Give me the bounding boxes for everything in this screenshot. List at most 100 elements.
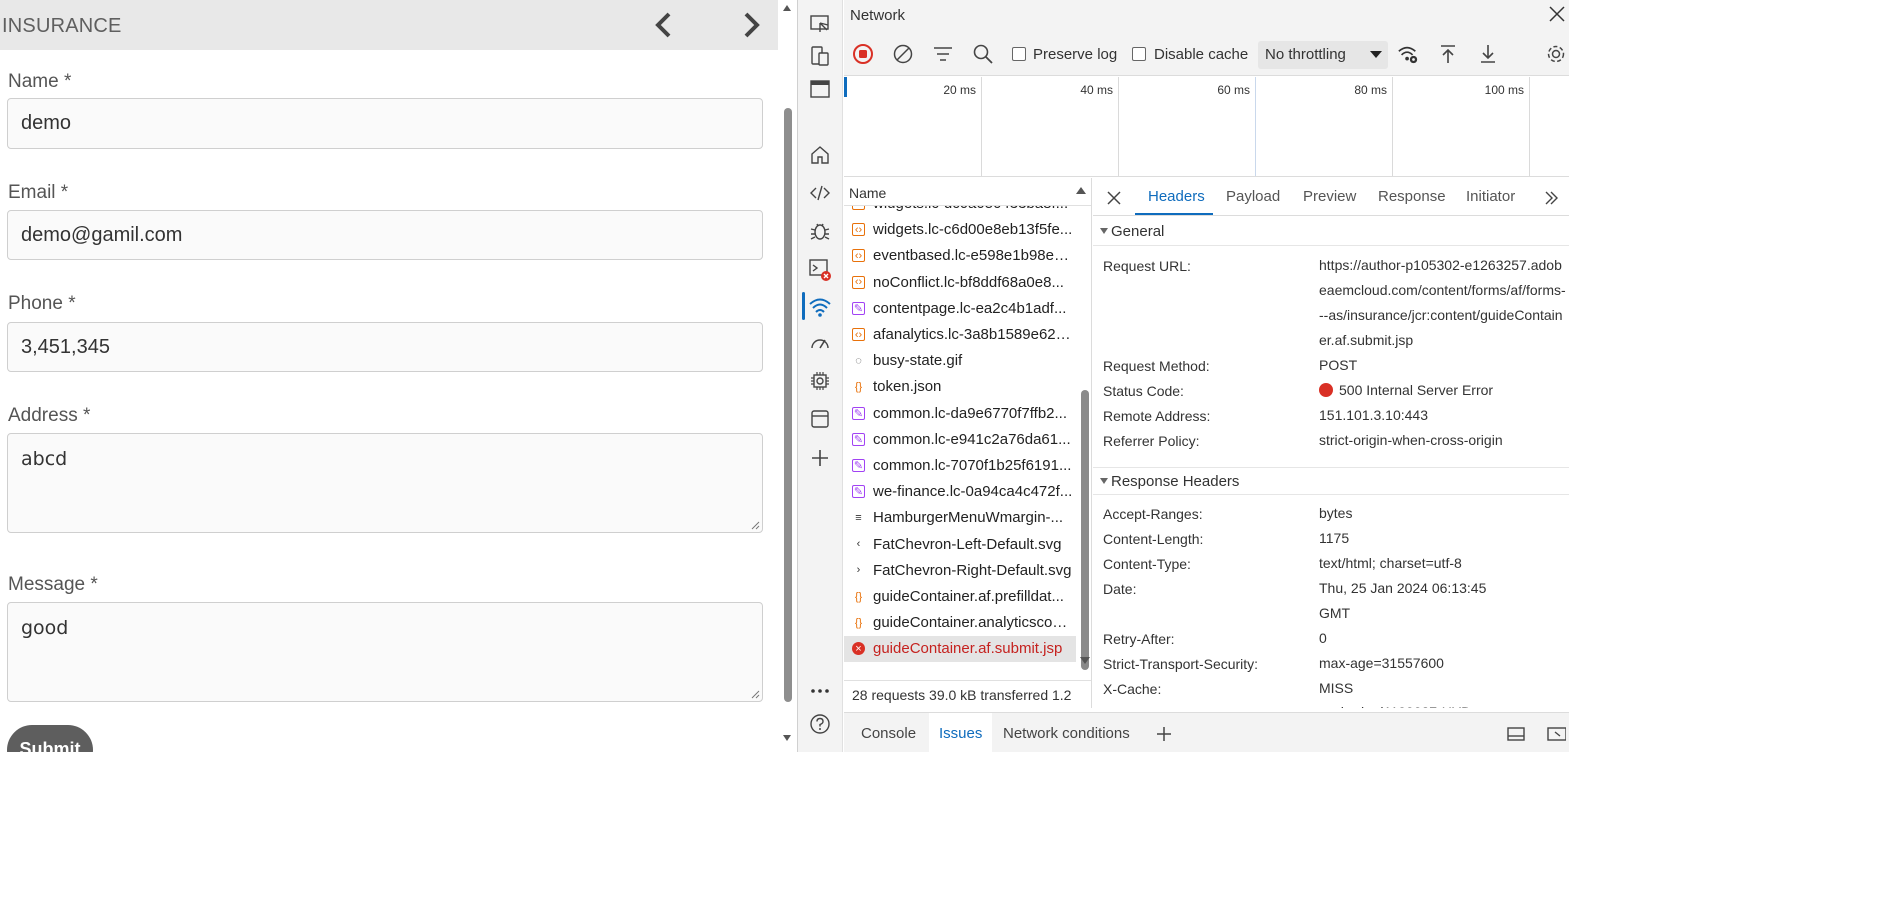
export-har-button[interactable] — [1477, 43, 1499, 65]
message-value: good — [21, 617, 69, 639]
dock-side-icon[interactable] — [1506, 725, 1526, 742]
import-har-button[interactable] — [1437, 43, 1459, 65]
tab-preview[interactable]: Preview — [1303, 188, 1356, 205]
header-value: 1175 — [1319, 530, 1350, 546]
search-button[interactable] — [972, 43, 994, 65]
request-row[interactable]: {} guideContainer.analyticscon... — [844, 610, 1076, 636]
scroll-up-icon[interactable] — [782, 4, 792, 12]
dropdown-caret-icon — [1370, 51, 1382, 58]
request-row[interactable]: ✎ common.lc-7070f1b25f6191... — [844, 453, 1076, 479]
request-list-scroll-thumb[interactable] — [1081, 390, 1089, 670]
request-row[interactable]: › FatChevron-Right-Default.svg — [844, 558, 1076, 584]
home-icon[interactable] — [808, 143, 832, 167]
preserve-log-checkbox[interactable] — [1012, 47, 1026, 61]
form-scroll-thumb[interactable] — [784, 108, 792, 702]
sources-debug-icon[interactable] — [808, 219, 832, 243]
header-key: Request Method: — [1103, 358, 1210, 374]
name-column-header[interactable]: Name — [849, 185, 886, 201]
device-emulation-icon[interactable] — [808, 44, 832, 68]
scroll-down-icon[interactable] — [1079, 656, 1091, 665]
email-label: Email * — [8, 182, 69, 203]
network-settings-button[interactable] — [1545, 43, 1567, 65]
memory-chip-icon[interactable] — [808, 369, 832, 393]
welcome-icon[interactable] — [808, 77, 832, 101]
insurance-form: INSURANCE Name * demo Email * demo@gamil… — [0, 0, 778, 752]
form-header: INSURANCE — [0, 0, 778, 50]
dock-bottom-icon[interactable] — [1546, 725, 1566, 742]
filter-button[interactable] — [932, 43, 954, 65]
stylesheet-icon: ✎ — [852, 301, 865, 315]
resize-grip-icon[interactable] — [750, 520, 760, 530]
drawer-tab-issues[interactable]: Issues — [939, 725, 982, 742]
next-button[interactable] — [737, 10, 767, 40]
request-row[interactable]: {} token.json — [844, 374, 1076, 400]
network-timeline[interactable]: 20 ms 40 ms 60 ms 80 ms 100 ms — [844, 77, 1569, 177]
close-devtools-button[interactable] — [1547, 4, 1567, 24]
tab-payload[interactable]: Payload — [1226, 188, 1280, 205]
network-wifi-icon[interactable] — [808, 295, 832, 319]
header-key: Remote Address: — [1103, 408, 1211, 424]
phone-field[interactable]: 3,451,345 — [7, 322, 763, 372]
throttling-select[interactable]: No throttling — [1258, 41, 1388, 69]
tab-initiator[interactable]: Initiator — [1466, 188, 1515, 205]
elements-icon[interactable] — [808, 181, 832, 205]
previous-button[interactable] — [648, 10, 678, 40]
add-tab-plus-icon[interactable] — [1156, 726, 1172, 742]
request-row[interactable]: ‹ FatChevron-Left-Default.svg — [844, 532, 1076, 558]
message-field[interactable]: good — [7, 602, 763, 702]
more-tools-plus-icon[interactable] — [808, 446, 832, 470]
request-row[interactable]: ≡ HamburgerMenuWmargin-... — [844, 505, 1076, 531]
console-error-icon[interactable] — [808, 257, 832, 281]
request-row[interactable]: ‹› widgets.lc-c6d00e8eb13f5fe... — [844, 217, 1076, 243]
request-list-header: Name — [844, 178, 1091, 206]
sort-ascending-icon[interactable] — [1075, 186, 1087, 195]
disable-cache-checkbox[interactable] — [1132, 47, 1146, 61]
inspect-element-icon[interactable] — [808, 12, 832, 36]
request-row[interactable]: ✎ common.lc-e941c2a76da61... — [844, 427, 1076, 453]
status-code-value: 500 Internal Server Error — [1319, 378, 1569, 403]
tab-headers[interactable]: Headers — [1148, 188, 1205, 205]
more-options-icon[interactable] — [808, 679, 832, 703]
resize-grip-icon[interactable] — [750, 689, 760, 699]
request-row[interactable]: × guideContainer.af.submit.jsp — [844, 636, 1076, 663]
request-row[interactable]: ✎ we-finance.lc-0a94ca4c472f... — [844, 479, 1076, 505]
network-conditions-button[interactable] — [1397, 43, 1419, 65]
stop-recording-button[interactable] — [852, 43, 874, 65]
more-tabs-chevron-icon[interactable] — [1543, 190, 1559, 206]
timeline-tick-label: 100 ms — [1484, 83, 1524, 97]
close-icon[interactable] — [1106, 190, 1122, 206]
request-row[interactable]: ‹› eventbased.lc-e598e1b98e6... — [844, 243, 1076, 269]
help-icon[interactable] — [808, 712, 832, 736]
request-row[interactable]: ✎ contentpage.lc-ea2c4b1adf... — [844, 296, 1076, 322]
clear-button[interactable] — [892, 43, 914, 65]
general-section-header[interactable]: General — [1093, 218, 1569, 246]
application-icon[interactable] — [808, 407, 832, 431]
address-field[interactable]: abcd — [7, 433, 763, 533]
name-field[interactable]: demo — [7, 98, 763, 149]
request-row[interactable]: ✎ common.lc-da9e6770f7ffb2... — [844, 401, 1076, 427]
email-field[interactable]: demo@gamil.com — [7, 210, 763, 260]
drawer-tab-network-conditions[interactable]: Network conditions — [1003, 725, 1130, 742]
request-row[interactable]: ‹› widgets.lc-dc0a050433ba8f... — [844, 206, 1076, 217]
header-value: 0 — [1319, 630, 1327, 646]
header-value: bytes — [1319, 505, 1353, 521]
request-list-scrollbar[interactable] — [1078, 206, 1091, 676]
status-code-text: 500 Internal Server Error — [1339, 382, 1494, 398]
request-row[interactable]: ◌ busy-state.gif — [844, 348, 1076, 374]
script-icon: ‹› — [852, 223, 865, 237]
form-scrollbar[interactable] — [778, 0, 797, 752]
scroll-down-icon[interactable] — [782, 734, 792, 742]
request-row[interactable]: {} guideContainer.af.prefilldat... — [844, 584, 1076, 610]
script-icon: ‹› — [852, 206, 865, 210]
response-headers-section-header[interactable]: Response Headers — [1093, 467, 1569, 495]
header-key: X-Served-By: — [1103, 705, 1186, 708]
request-row[interactable]: ‹› noConflict.lc-bf8ddf68a0e8... — [844, 270, 1076, 296]
request-name: we-finance.lc-0a94ca4c472f... — [873, 483, 1073, 501]
submit-button[interactable]: Submit — [7, 725, 93, 752]
performance-gauge-icon[interactable] — [808, 331, 832, 355]
tab-response[interactable]: Response — [1378, 188, 1446, 205]
drawer-tab-console[interactable]: Console — [861, 725, 916, 742]
request-name: FatChevron-Left-Default.svg — [873, 535, 1062, 553]
devtools-activity-bar — [798, 0, 843, 752]
request-row[interactable]: ‹› afanalytics.lc-3a8b1589e622... — [844, 322, 1076, 348]
